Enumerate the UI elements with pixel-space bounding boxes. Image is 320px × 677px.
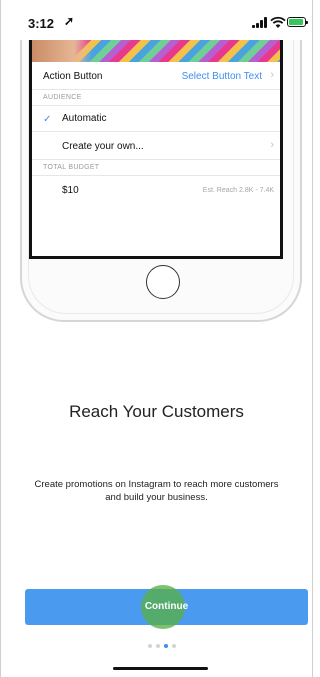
wifi-icon xyxy=(270,16,286,28)
budget-header-label: TOTAL BUDGET xyxy=(43,164,100,171)
continue-button-label: Continue xyxy=(144,601,189,612)
budget-section-header: TOTAL BUDGET xyxy=(32,160,280,176)
home-indicator xyxy=(113,667,208,670)
audience-option-label: Create your own... xyxy=(62,141,144,152)
cellular-signal-icon xyxy=(252,17,270,28)
status-time: 3:12 xyxy=(28,16,55,31)
pagination-dot-active xyxy=(164,644,168,648)
audience-header-label: AUDIENCE xyxy=(43,94,82,101)
estimated-reach: Est. Reach 2.8K - 7.4K xyxy=(202,187,274,194)
page-description: Create promotions on Instagram to reach … xyxy=(34,479,279,503)
pagination-dot xyxy=(148,644,152,648)
pagination-dots xyxy=(148,644,188,650)
right-edge-line xyxy=(312,0,313,677)
action-button-label: Action Button xyxy=(43,71,103,82)
checkmark-icon: ✓ xyxy=(43,114,52,125)
phone-home-button xyxy=(146,265,180,299)
budget-row: $10 Est. Reach 2.8K - 7.4K xyxy=(32,176,280,204)
budget-value: $10 xyxy=(62,185,79,196)
status-bar: 3:12 ➚ xyxy=(0,0,313,40)
chevron-right-icon: › xyxy=(270,69,274,81)
page-title: Reach Your Customers xyxy=(69,402,244,421)
pagination-dot xyxy=(156,644,160,648)
ad-image-banner xyxy=(32,40,280,62)
ad-image-photo xyxy=(32,40,92,62)
audience-option-automatic: ✓ Automatic xyxy=(32,106,280,132)
action-button-row: Action Button Select Button Text › xyxy=(32,62,280,90)
chevron-right-icon: › xyxy=(270,139,274,151)
audience-option-custom: Create your own... › xyxy=(32,132,280,160)
location-arrow-icon: ➚ xyxy=(64,14,75,28)
select-button-text-link: Select Button Text xyxy=(181,71,262,82)
phone-screen: Action Button Select Button Text › AUDIE… xyxy=(29,40,283,259)
pagination-dot xyxy=(172,644,176,648)
audience-section-header: AUDIENCE xyxy=(32,90,280,106)
audience-option-label: Automatic xyxy=(62,113,107,124)
left-edge-line xyxy=(0,0,1,677)
battery-charging-icon xyxy=(287,17,308,27)
